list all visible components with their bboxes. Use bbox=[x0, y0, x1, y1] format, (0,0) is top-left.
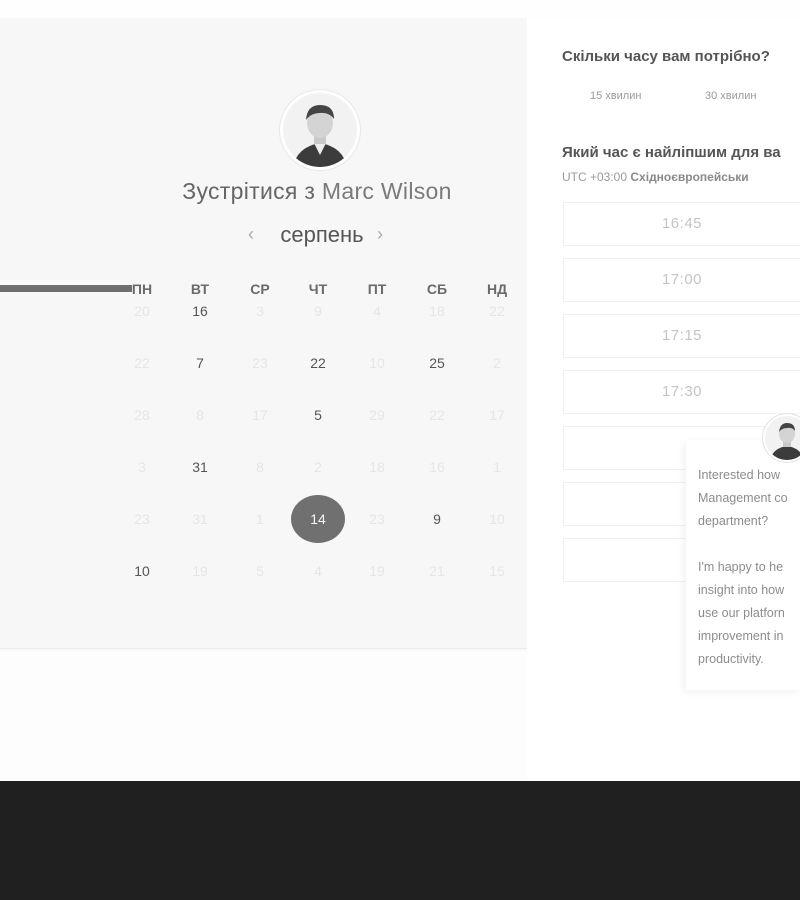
calendar-day-unavailable: 22 bbox=[489, 303, 505, 319]
weekday-label: НД bbox=[486, 281, 508, 297]
calendar-day-available[interactable]: 7 bbox=[180, 355, 220, 371]
calendar-day-unavailable: 17 bbox=[489, 407, 505, 423]
calendar-day-unavailable: 15 bbox=[489, 563, 505, 579]
calendar-day-unavailable: 4 bbox=[314, 563, 322, 579]
timezone-label[interactable]: UTC +03:00 Східноєвропейськи bbox=[562, 170, 749, 184]
calendar-day-unavailable: 10 bbox=[489, 511, 505, 527]
weekday-label: ЧТ bbox=[308, 281, 328, 297]
calendar-day-available[interactable]: 5 bbox=[298, 407, 338, 423]
time-slot[interactable]: 16:45 bbox=[563, 202, 800, 246]
calendar-day-unavailable: 8 bbox=[256, 459, 264, 475]
calendar-day-available[interactable]: 10 bbox=[122, 563, 162, 579]
timezone-offset: UTC +03:00 bbox=[562, 170, 628, 184]
chat-text-line: department? bbox=[698, 514, 769, 528]
calendar-day-unavailable: 19 bbox=[192, 563, 208, 579]
calendar-day-unavailable: 19 bbox=[369, 563, 385, 579]
chat-text-line: Management co bbox=[698, 491, 788, 505]
meeting-title-prefix: Зустрітися з bbox=[182, 178, 316, 204]
timezone-name: Східноєвропейськи bbox=[630, 170, 749, 184]
calendar-day-unavailable: 18 bbox=[369, 459, 385, 475]
calendar-day-unavailable: 29 bbox=[369, 407, 385, 423]
calendar-day-unavailable: 23 bbox=[369, 511, 385, 527]
calendar-day-selected[interactable]: 14 bbox=[291, 495, 345, 543]
calendar-day-available[interactable]: 16 bbox=[180, 303, 220, 319]
calendar-day-unavailable: 3 bbox=[256, 303, 264, 319]
calendar-day-unavailable: 23 bbox=[252, 355, 268, 371]
time-slot[interactable]: 17:30 bbox=[563, 370, 800, 414]
prev-month-button[interactable]: ‹ bbox=[248, 224, 254, 245]
calendar-day-unavailable: 8 bbox=[196, 407, 204, 423]
calendar-day-unavailable: 16 bbox=[429, 459, 445, 475]
weekday-label: ПТ bbox=[367, 281, 387, 297]
time-slot[interactable]: 17:15 bbox=[563, 314, 800, 358]
duration-option-30[interactable]: 30 хвилин bbox=[705, 90, 756, 102]
calendar-day-unavailable: 18 bbox=[429, 303, 445, 319]
calendar-day-available[interactable]: 31 bbox=[180, 459, 220, 475]
month-label: серпень bbox=[280, 222, 364, 247]
weekday-label: СБ bbox=[426, 281, 448, 297]
calendar-day-unavailable: 2 bbox=[314, 459, 322, 475]
footer bbox=[0, 781, 800, 900]
calendar-day-available[interactable]: 9 bbox=[417, 511, 457, 527]
host-name: Marc Wilson bbox=[321, 178, 452, 204]
duration-option-15[interactable]: 15 хвилин bbox=[590, 90, 641, 102]
calendar-day-unavailable: 10 bbox=[369, 355, 385, 371]
chat-text-line: I'm happy to he bbox=[698, 560, 784, 574]
calendar-day-unavailable: 23 bbox=[134, 511, 150, 527]
person-photo-icon bbox=[283, 93, 357, 167]
chat-text-line: productivity. bbox=[698, 652, 764, 666]
top-band bbox=[0, 0, 800, 18]
calendar-day-unavailable: 31 bbox=[192, 511, 208, 527]
calendar-day-unavailable: 22 bbox=[134, 355, 150, 371]
chat-text-line: use our platforn bbox=[698, 606, 785, 620]
chat-text-line: Interested how bbox=[698, 468, 780, 482]
month-navigation: ‹ серпень › bbox=[245, 222, 405, 252]
chat-text-line: improvement in bbox=[698, 629, 784, 643]
calendar-day-unavailable: 3 bbox=[138, 459, 146, 475]
calendar-day-unavailable: 5 bbox=[256, 563, 264, 579]
calendar-day-unavailable: 1 bbox=[493, 459, 501, 475]
calendar-day-unavailable: 20 bbox=[134, 303, 150, 319]
time-question: Який час є найліпшим для ва bbox=[562, 144, 781, 161]
calendar-day-unavailable: 4 bbox=[373, 303, 381, 319]
calendar-day-unavailable: 2 bbox=[493, 355, 501, 371]
host-avatar bbox=[280, 90, 360, 170]
calendar-day-unavailable: 1 bbox=[256, 511, 264, 527]
next-month-button[interactable]: › bbox=[377, 224, 383, 245]
calendar-day-unavailable: 21 bbox=[429, 563, 445, 579]
loading-bar bbox=[0, 285, 132, 292]
weekday-label: СР bbox=[250, 281, 270, 297]
weekday-label: ПН bbox=[131, 281, 153, 297]
calendar-day-unavailable: 9 bbox=[314, 303, 322, 319]
time-slot[interactable]: 17:00 bbox=[563, 258, 800, 302]
chat-text-line: insight into how bbox=[698, 583, 785, 597]
calendar-day-unavailable: 28 bbox=[134, 407, 150, 423]
calendar-day-available[interactable]: 22 bbox=[298, 355, 338, 371]
calendar-day-unavailable: 17 bbox=[252, 407, 268, 423]
person-photo-icon bbox=[765, 416, 800, 460]
calendar-day-unavailable: 22 bbox=[429, 407, 445, 423]
calendar-panel bbox=[0, 18, 527, 649]
duration-question: Скільки часу вам потрібно? bbox=[562, 48, 770, 65]
calendar-day-available[interactable]: 25 bbox=[417, 355, 457, 371]
weekday-label: ВТ bbox=[190, 281, 210, 297]
